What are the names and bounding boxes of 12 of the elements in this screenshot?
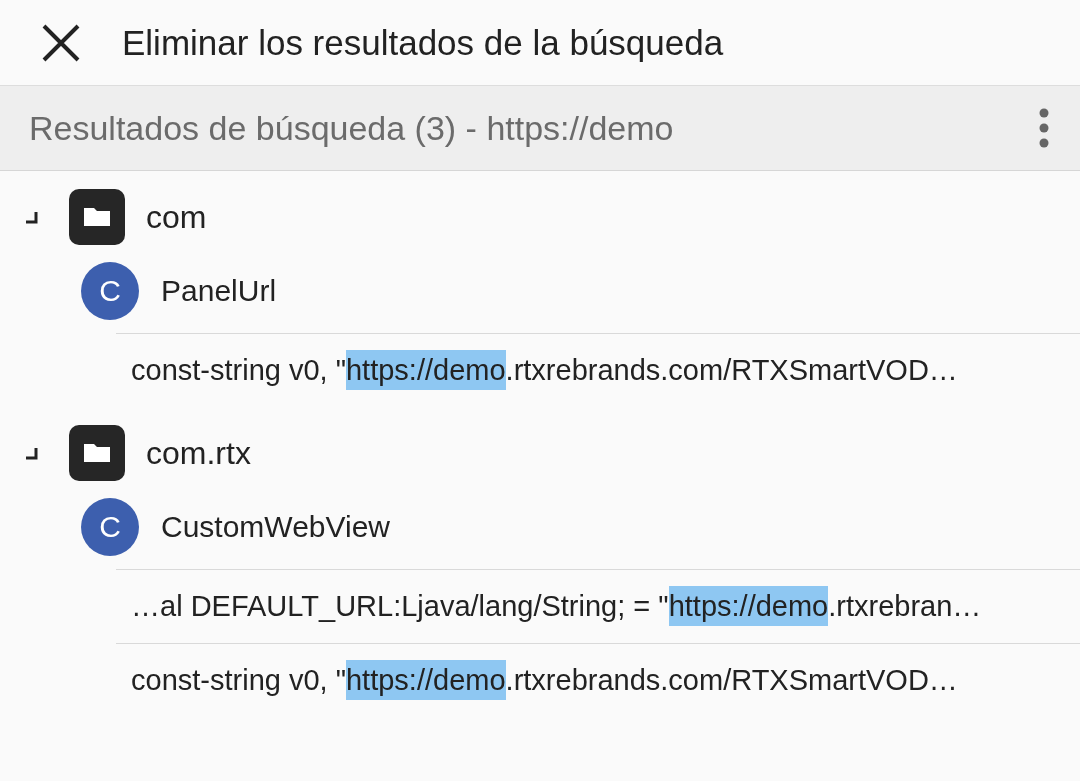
folder-icon [69,189,125,245]
package-name: com.rtx [146,434,251,472]
close-icon [41,22,81,63]
window-title: Eliminar los resultados de la búsqueda [122,22,724,63]
class-badge: C [81,498,139,556]
more-icon [1038,108,1050,148]
package-name: com [146,198,207,236]
results-title: Resultados de búsqueda (3) - https://demo [29,108,674,148]
class-badge: C [81,262,139,320]
class-name: PanelUrl [161,274,277,308]
class-name: CustomWebView [161,510,390,544]
folder-icon [69,425,125,481]
